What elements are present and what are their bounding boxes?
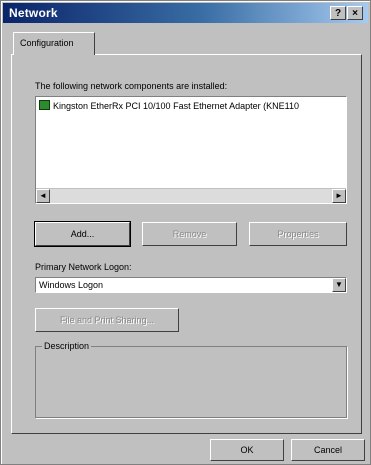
window-title: Network	[9, 6, 58, 20]
network-dialog: Network ? × Configuration The following …	[0, 0, 371, 465]
description-groupbox: Description	[35, 341, 347, 418]
components-label: The following network components are ins…	[35, 81, 228, 91]
primary-logon-value: Windows Logon	[39, 280, 104, 290]
primary-logon-select[interactable]: Windows Logon ▼	[35, 277, 347, 293]
remove-button[interactable]: Remove	[142, 222, 237, 246]
components-listbox[interactable]: Kingston EtherRx PCI 10/100 Fast Etherne…	[35, 96, 347, 204]
network-adapter-icon	[39, 100, 50, 110]
tab-configuration-label: Configuration	[20, 38, 74, 48]
ok-button[interactable]: OK	[210, 439, 284, 461]
primary-logon-label: Primary Network Logon:	[35, 262, 132, 272]
title-bar[interactable]: Network ? ×	[3, 3, 368, 23]
file-print-sharing-button[interactable]: File and Print Sharing...	[35, 308, 179, 332]
add-button[interactable]: Add...	[34, 221, 131, 247]
properties-button[interactable]: Properties	[249, 222, 347, 246]
tab-configuration[interactable]: Configuration	[13, 32, 95, 55]
horizontal-scrollbar[interactable]: ◄ ►	[36, 188, 346, 203]
scroll-right-button[interactable]: ►	[332, 189, 346, 203]
description-label: Description	[42, 341, 92, 351]
cancel-button[interactable]: Cancel	[291, 439, 365, 461]
close-button[interactable]: ×	[347, 6, 363, 20]
help-button[interactable]: ?	[330, 6, 346, 20]
scroll-left-button[interactable]: ◄	[36, 189, 50, 203]
list-item[interactable]: Kingston EtherRx PCI 10/100 Fast Etherne…	[39, 100, 299, 111]
list-item-label: Kingston EtherRx PCI 10/100 Fast Etherne…	[53, 101, 299, 111]
dropdown-arrow-icon[interactable]: ▼	[332, 278, 346, 292]
